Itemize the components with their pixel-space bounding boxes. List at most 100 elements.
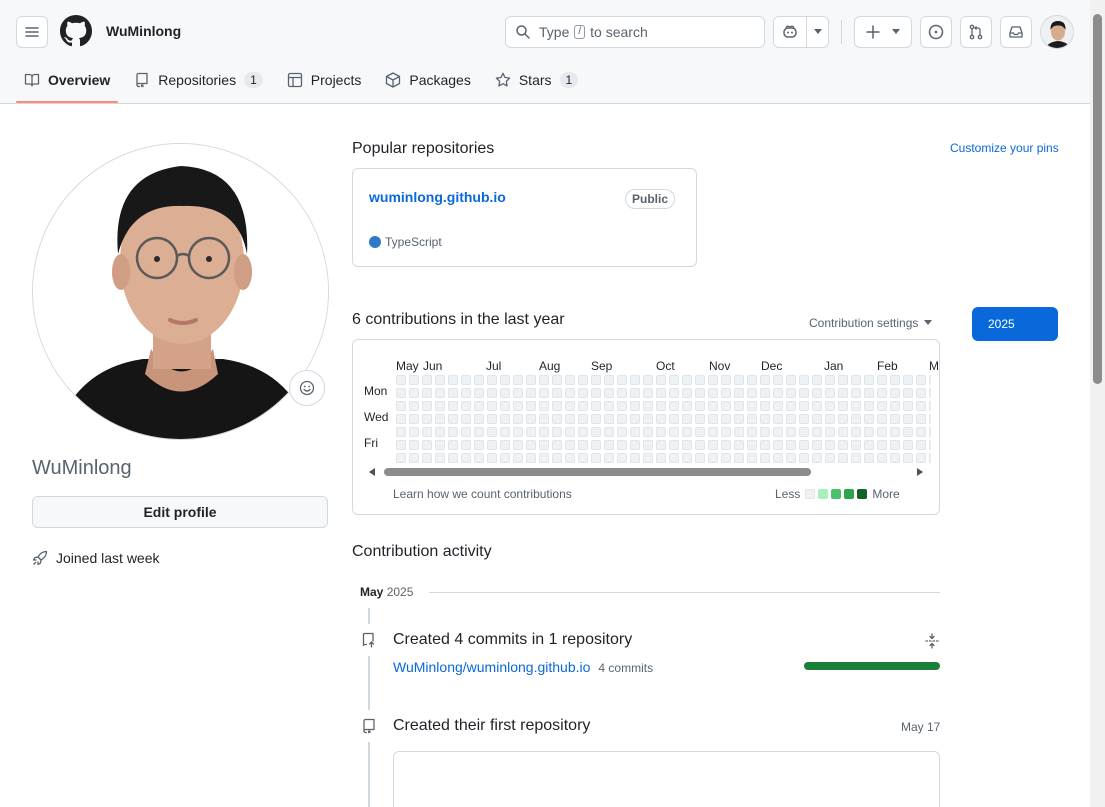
contribution-cell[interactable] xyxy=(708,414,718,424)
contribution-cell[interactable] xyxy=(578,440,588,450)
contribution-cell[interactable] xyxy=(812,427,822,437)
scroll-left-arrow-icon[interactable] xyxy=(368,468,376,476)
contribution-cell[interactable] xyxy=(903,453,913,463)
contribution-cell[interactable] xyxy=(474,401,484,411)
contribution-cell[interactable] xyxy=(435,414,445,424)
contribution-cell[interactable] xyxy=(448,427,458,437)
contribution-cell[interactable] xyxy=(799,414,809,424)
contribution-cell[interactable] xyxy=(695,401,705,411)
contribution-cell[interactable] xyxy=(916,401,926,411)
contribution-cell[interactable] xyxy=(786,375,796,385)
contribution-cell[interactable] xyxy=(721,453,731,463)
contribution-cell[interactable] xyxy=(864,427,874,437)
contribution-cell[interactable] xyxy=(591,427,601,437)
contribution-cell[interactable] xyxy=(695,414,705,424)
contribution-cell[interactable] xyxy=(812,401,822,411)
contribution-cell[interactable] xyxy=(916,440,926,450)
contribution-cell[interactable] xyxy=(435,375,445,385)
contribution-cell[interactable] xyxy=(695,375,705,385)
contribution-cell[interactable] xyxy=(929,388,931,398)
contribution-cell[interactable] xyxy=(539,375,549,385)
contribution-cell[interactable] xyxy=(799,375,809,385)
contribution-cell[interactable] xyxy=(812,440,822,450)
create-new-button[interactable] xyxy=(854,16,912,48)
contribution-cell[interactable] xyxy=(409,453,419,463)
contribution-cell[interactable] xyxy=(396,453,406,463)
contribution-cell[interactable] xyxy=(682,401,692,411)
contribution-cell[interactable] xyxy=(656,453,666,463)
contribution-cell[interactable] xyxy=(396,401,406,411)
contribution-cell[interactable] xyxy=(461,388,471,398)
contribution-cell[interactable] xyxy=(474,453,484,463)
contribution-cell[interactable] xyxy=(890,388,900,398)
contribution-cell[interactable] xyxy=(864,401,874,411)
contribution-cell[interactable] xyxy=(448,414,458,424)
contribution-cell[interactable] xyxy=(773,401,783,411)
contribution-cell[interactable] xyxy=(734,427,744,437)
contribution-cell[interactable] xyxy=(773,375,783,385)
contribution-cell[interactable] xyxy=(838,388,848,398)
contribution-cell[interactable] xyxy=(734,440,744,450)
contribution-cell[interactable] xyxy=(747,453,757,463)
contribution-cell[interactable] xyxy=(903,427,913,437)
contribution-cell[interactable] xyxy=(682,414,692,424)
contribution-cell[interactable] xyxy=(734,375,744,385)
contribution-settings-dropdown[interactable]: Contribution settings xyxy=(809,316,933,330)
tab-overview[interactable]: Overview xyxy=(16,60,119,103)
contribution-cell[interactable] xyxy=(825,401,835,411)
contribution-cell[interactable] xyxy=(409,427,419,437)
contribution-cell[interactable] xyxy=(838,427,848,437)
contribution-cell[interactable] xyxy=(552,401,562,411)
contribution-cell[interactable] xyxy=(474,427,484,437)
contribution-cell[interactable] xyxy=(656,414,666,424)
contribution-cell[interactable] xyxy=(656,375,666,385)
contribution-cell[interactable] xyxy=(474,440,484,450)
contribution-cell[interactable] xyxy=(643,427,653,437)
contribution-cell[interactable] xyxy=(838,401,848,411)
contribution-cell[interactable] xyxy=(708,453,718,463)
contribution-cell[interactable] xyxy=(656,401,666,411)
contribution-cell[interactable] xyxy=(877,427,887,437)
contribution-cell[interactable] xyxy=(487,440,497,450)
contribution-cell[interactable] xyxy=(578,388,588,398)
contribution-cell[interactable] xyxy=(526,427,536,437)
contribution-cell[interactable] xyxy=(604,453,614,463)
contribution-cell[interactable] xyxy=(409,375,419,385)
contribution-cell[interactable] xyxy=(734,388,744,398)
contribution-cell[interactable] xyxy=(695,453,705,463)
contribution-cell[interactable] xyxy=(461,375,471,385)
contribution-cell[interactable] xyxy=(669,453,679,463)
contribution-cell[interactable] xyxy=(500,388,510,398)
contribution-cell[interactable] xyxy=(812,453,822,463)
contribution-cell[interactable] xyxy=(851,440,861,450)
contribution-cell[interactable] xyxy=(539,453,549,463)
contribution-cell[interactable] xyxy=(461,414,471,424)
contribution-cell[interactable] xyxy=(812,414,822,424)
contribution-cell[interactable] xyxy=(513,375,523,385)
tab-projects[interactable]: Projects xyxy=(279,60,370,100)
contribution-cell[interactable] xyxy=(435,427,445,437)
contribution-cell[interactable] xyxy=(747,427,757,437)
contribution-cell[interactable] xyxy=(591,414,601,424)
contribution-cell[interactable] xyxy=(591,388,601,398)
contribution-cell[interactable] xyxy=(448,388,458,398)
set-status-button[interactable] xyxy=(289,370,325,406)
contribution-cell[interactable] xyxy=(851,388,861,398)
contribution-cell[interactable] xyxy=(708,427,718,437)
contribution-cell[interactable] xyxy=(643,375,653,385)
contribution-cell[interactable] xyxy=(838,414,848,424)
contribution-cell[interactable] xyxy=(565,388,575,398)
contribution-cell[interactable] xyxy=(591,375,601,385)
contribution-cell[interactable] xyxy=(903,401,913,411)
contribution-cell[interactable] xyxy=(708,440,718,450)
contribution-cell[interactable] xyxy=(565,375,575,385)
contribution-cell[interactable] xyxy=(721,375,731,385)
commit-repo-link[interactable]: WuMinlong/wuminlong.github.io xyxy=(393,659,590,675)
contribution-cell[interactable] xyxy=(513,414,523,424)
contribution-cell[interactable] xyxy=(617,440,627,450)
contribution-cell[interactable] xyxy=(617,414,627,424)
github-logo-icon[interactable] xyxy=(60,15,92,47)
customize-pins-link[interactable]: Customize your pins xyxy=(950,141,1059,155)
contribution-cell[interactable] xyxy=(565,440,575,450)
contribution-cell[interactable] xyxy=(630,427,640,437)
